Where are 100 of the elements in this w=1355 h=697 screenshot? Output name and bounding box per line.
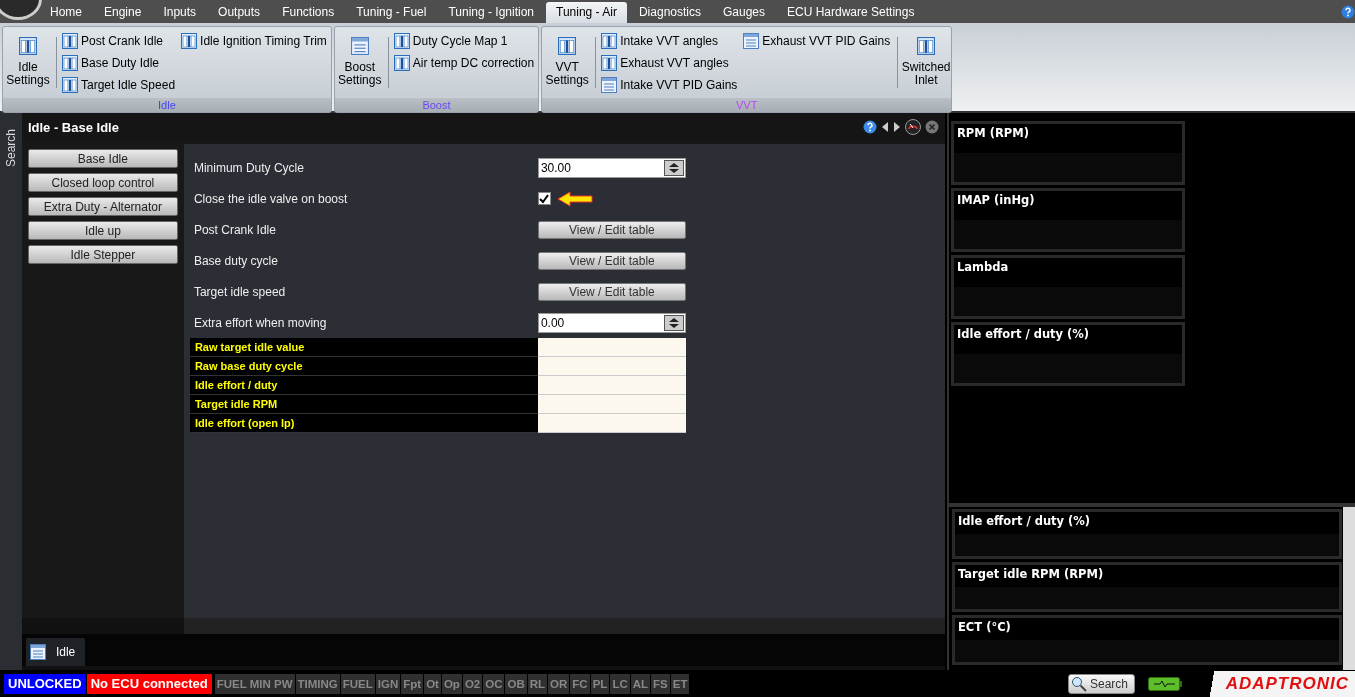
ribbon-button[interactable]: Switched Inlet: [901, 29, 952, 98]
section-button[interactable]: Base Idle: [27, 149, 178, 168]
list-icon: [743, 33, 760, 49]
status-flag: Op: [441, 673, 462, 694]
menu-tab[interactable]: Engine: [94, 2, 152, 23]
readout-label: Raw base duty cycle: [189, 357, 538, 376]
ribbon-item[interactable]: Target Idle Speed: [62, 75, 176, 95]
table-icon: [601, 33, 618, 49]
ribbon-item[interactable]: Air temp DC correction: [393, 53, 535, 73]
status-flag: O2: [462, 673, 483, 694]
setting-label: Close the idle valve on boost: [193, 191, 349, 206]
list-icon: [350, 37, 369, 55]
menu-tab[interactable]: Diagnostics: [628, 2, 711, 23]
menu-tab[interactable]: Home: [40, 2, 92, 23]
menu-tab[interactable]: Functions: [272, 2, 345, 23]
table-icon: [393, 33, 410, 49]
status-badge: No ECU connected: [86, 673, 212, 694]
ribbon-button[interactable]: Boost Settings: [334, 29, 385, 98]
readout-label: Target idle RPM: [189, 395, 538, 414]
section-button[interactable]: Extra Duty - Alternator: [27, 197, 178, 216]
ribbon-item[interactable]: Exhaust VVT PID Gains: [743, 31, 891, 51]
checkbox[interactable]: [537, 192, 551, 205]
list-icon: [601, 77, 618, 93]
view-table-button[interactable]: View / Edit table: [537, 220, 686, 239]
view-table-button[interactable]: View / Edit table: [537, 282, 686, 301]
table-icon: [62, 55, 78, 71]
status-flag: FUEL MIN PW: [214, 673, 295, 694]
group-label: Boost: [334, 98, 539, 112]
menu-tab[interactable]: Tuning - Fuel: [346, 2, 437, 23]
gauge-icon[interactable]: [905, 119, 921, 135]
help-icon[interactable]: [1341, 4, 1355, 19]
readout-label: Idle effort / duty: [189, 376, 538, 395]
list-icon: [29, 644, 46, 660]
search-tab[interactable]: Search: [3, 127, 18, 167]
search-icon: [1070, 675, 1087, 692]
ribbon-button[interactable]: VVT Settings: [542, 29, 593, 98]
group-label: VVT: [542, 98, 952, 112]
ribbon-item[interactable]: Idle Ignition Timing Trim: [181, 31, 327, 51]
setting-label: Target idle speed: [193, 284, 287, 299]
status-badge: UNLOCKED: [4, 673, 86, 694]
ribbon-item[interactable]: Base Duty Idle: [62, 53, 176, 73]
gauge-title: ECT (°C): [957, 619, 1012, 636]
gauge-title: Idle effort / duty (%): [957, 513, 1092, 530]
scrollbar[interactable]: [1343, 507, 1355, 670]
ribbon-item[interactable]: Duty Cycle Map 1: [393, 31, 535, 51]
table-icon: [62, 33, 78, 49]
number-field[interactable]: 0.00: [537, 312, 686, 333]
ribbon-item[interactable]: Intake VVT PID Gains: [601, 75, 738, 95]
readout-label: Idle effort (open lp): [189, 414, 538, 433]
next-icon[interactable]: [893, 122, 901, 132]
search-button[interactable]: Search: [1067, 673, 1135, 694]
menu-tab[interactable]: Outputs: [208, 2, 271, 23]
menu-tab[interactable]: Gauges: [713, 2, 775, 23]
status-flag: TIMING: [295, 673, 340, 694]
spinner-icon[interactable]: [663, 314, 684, 331]
status-flag: AL: [630, 673, 651, 694]
setting-label: Post Crank Idle: [193, 222, 277, 237]
previous-icon[interactable]: [881, 122, 889, 132]
gauge-title: Idle effort / duty (%): [956, 326, 1091, 343]
ribbon-button[interactable]: Idle Settings: [3, 29, 53, 98]
table-icon: [62, 77, 78, 93]
readout-label: Raw target idle value: [189, 338, 538, 357]
gauge-title: Lambda: [956, 259, 1010, 276]
setting-label: Minimum Duty Cycle: [193, 160, 305, 175]
status-flag: IGN: [375, 673, 401, 694]
menu-tab[interactable]: Tuning - Air: [546, 2, 627, 23]
status-flag: OC: [483, 673, 505, 694]
status-flag: OR: [548, 673, 570, 694]
view-table-button[interactable]: View / Edit table: [537, 251, 686, 270]
document-tab[interactable]: Idle: [25, 638, 86, 666]
status-flag: FUEL: [340, 673, 375, 694]
number-field[interactable]: 30.00: [537, 157, 686, 178]
section-button[interactable]: Closed loop control: [27, 173, 178, 192]
status-flag: ET: [670, 673, 690, 694]
status-flag: LC: [610, 673, 630, 694]
help-icon[interactable]: [863, 120, 877, 134]
status-flag: OB: [505, 673, 527, 694]
gauge-title: IMAP (inHg): [956, 192, 1036, 209]
section-button[interactable]: Idle up: [27, 221, 178, 240]
table-icon: [19, 37, 37, 55]
menu-tab[interactable]: Tuning - Ignition: [438, 2, 545, 23]
arrow-icon: [556, 190, 593, 207]
status-flag: RL: [527, 673, 548, 694]
table-icon: [393, 55, 410, 71]
menu-tab[interactable]: Inputs: [153, 2, 207, 23]
status-flag: FS: [651, 673, 670, 694]
close-icon[interactable]: [925, 120, 939, 134]
group-label: Idle: [3, 98, 331, 112]
menu-tab[interactable]: ECU Hardware Settings: [777, 2, 925, 23]
ribbon-item[interactable]: Post Crank Idle: [62, 31, 176, 51]
spinner-icon[interactable]: [663, 159, 684, 176]
gauge-title: Target idle RPM (RPM): [957, 566, 1105, 583]
ribbon-item[interactable]: Intake VVT angles: [601, 31, 738, 51]
status-flag: PL: [590, 673, 610, 694]
table-icon: [558, 37, 577, 55]
table-icon: [601, 55, 618, 71]
status-flag: FC: [570, 673, 590, 694]
table-icon: [181, 33, 198, 49]
ribbon-item[interactable]: Exhaust VVT angles: [601, 53, 738, 73]
section-button[interactable]: Idle Stepper: [27, 245, 178, 264]
